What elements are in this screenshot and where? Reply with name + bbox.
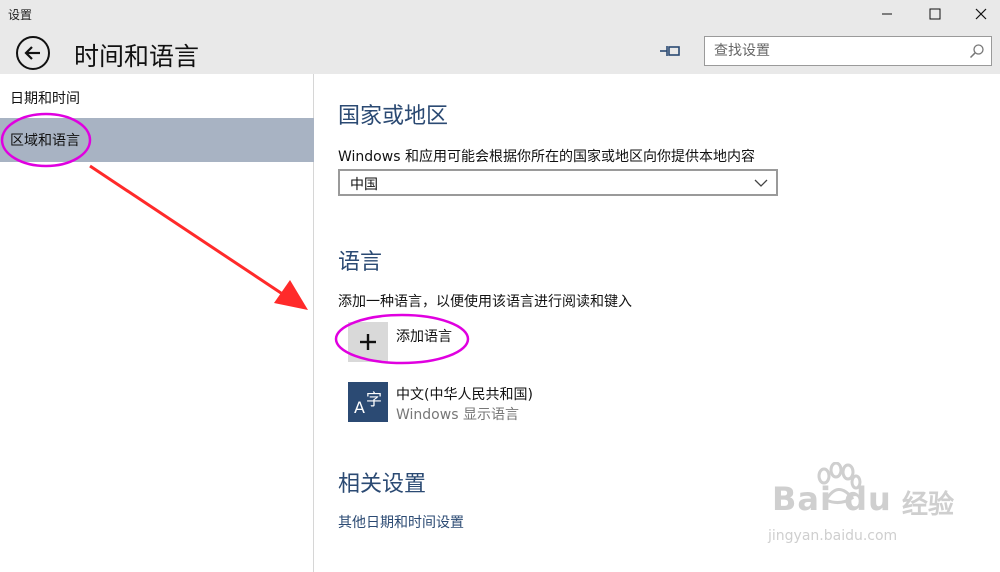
watermark: Bai du 经验 jingyan.baidu.com <box>752 462 992 554</box>
plus-icon <box>360 334 376 350</box>
chevron-down-icon <box>754 179 768 187</box>
search-input[interactable] <box>705 37 963 65</box>
related-settings-heading: 相关设置 <box>338 472 427 497</box>
close-icon <box>975 8 987 20</box>
watermark-brand: Bai du <box>772 480 892 518</box>
header: 时间和语言 <box>0 28 1000 74</box>
search-box[interactable] <box>704 36 992 66</box>
minimize-button[interactable] <box>864 0 910 28</box>
watermark-url: jingyan.baidu.com <box>768 528 898 544</box>
sidebar-item-region-language[interactable]: 区域和语言 <box>0 118 314 162</box>
title-bar: 设置 <box>0 0 1000 28</box>
other-date-time-settings-link[interactable]: 其他日期和时间设置 <box>338 512 464 532</box>
search-icon[interactable] <box>969 43 985 59</box>
back-arrow-icon <box>24 46 40 60</box>
maximize-button[interactable] <box>912 0 958 28</box>
sidebar-item-date-time[interactable]: 日期和时间 <box>0 76 314 120</box>
language-description: 添加一种语言，以便使用该语言进行阅读和键入 <box>338 294 632 310</box>
country-region-dropdown[interactable]: 中国 <box>338 169 778 196</box>
back-button[interactable] <box>16 36 50 70</box>
close-button[interactable] <box>958 0 1000 28</box>
window-title: 设置 <box>8 8 33 22</box>
language-subtitle: Windows 显示语言 <box>396 407 519 423</box>
page-title: 时间和语言 <box>74 42 200 71</box>
add-language-label: 添加语言 <box>396 329 452 345</box>
add-language-button[interactable]: 添加语言 <box>348 322 588 362</box>
watermark-cn: 经验 <box>902 490 955 520</box>
pin-icon[interactable] <box>659 42 681 60</box>
maximize-icon <box>929 8 941 20</box>
sidebar: 日期和时间 区域和语言 <box>0 74 314 572</box>
language-icon: A 字 <box>348 382 388 422</box>
language-tile-glyph: 字 <box>366 390 383 409</box>
country-region-description: Windows 和应用可能会根据你所在的国家或地区向你提供本地内容 <box>338 149 755 165</box>
country-region-heading: 国家或地区 <box>338 104 449 129</box>
language-list-item[interactable]: A 字 中文(中华人民共和国) Windows 显示语言 <box>348 382 648 424</box>
language-tile-latin: A <box>354 398 365 417</box>
country-region-selected: 中国 <box>350 177 378 193</box>
add-language-tile <box>348 322 388 362</box>
language-name: 中文(中华人民共和国) <box>396 387 533 403</box>
minimize-icon <box>882 13 892 15</box>
language-heading: 语言 <box>338 250 383 275</box>
